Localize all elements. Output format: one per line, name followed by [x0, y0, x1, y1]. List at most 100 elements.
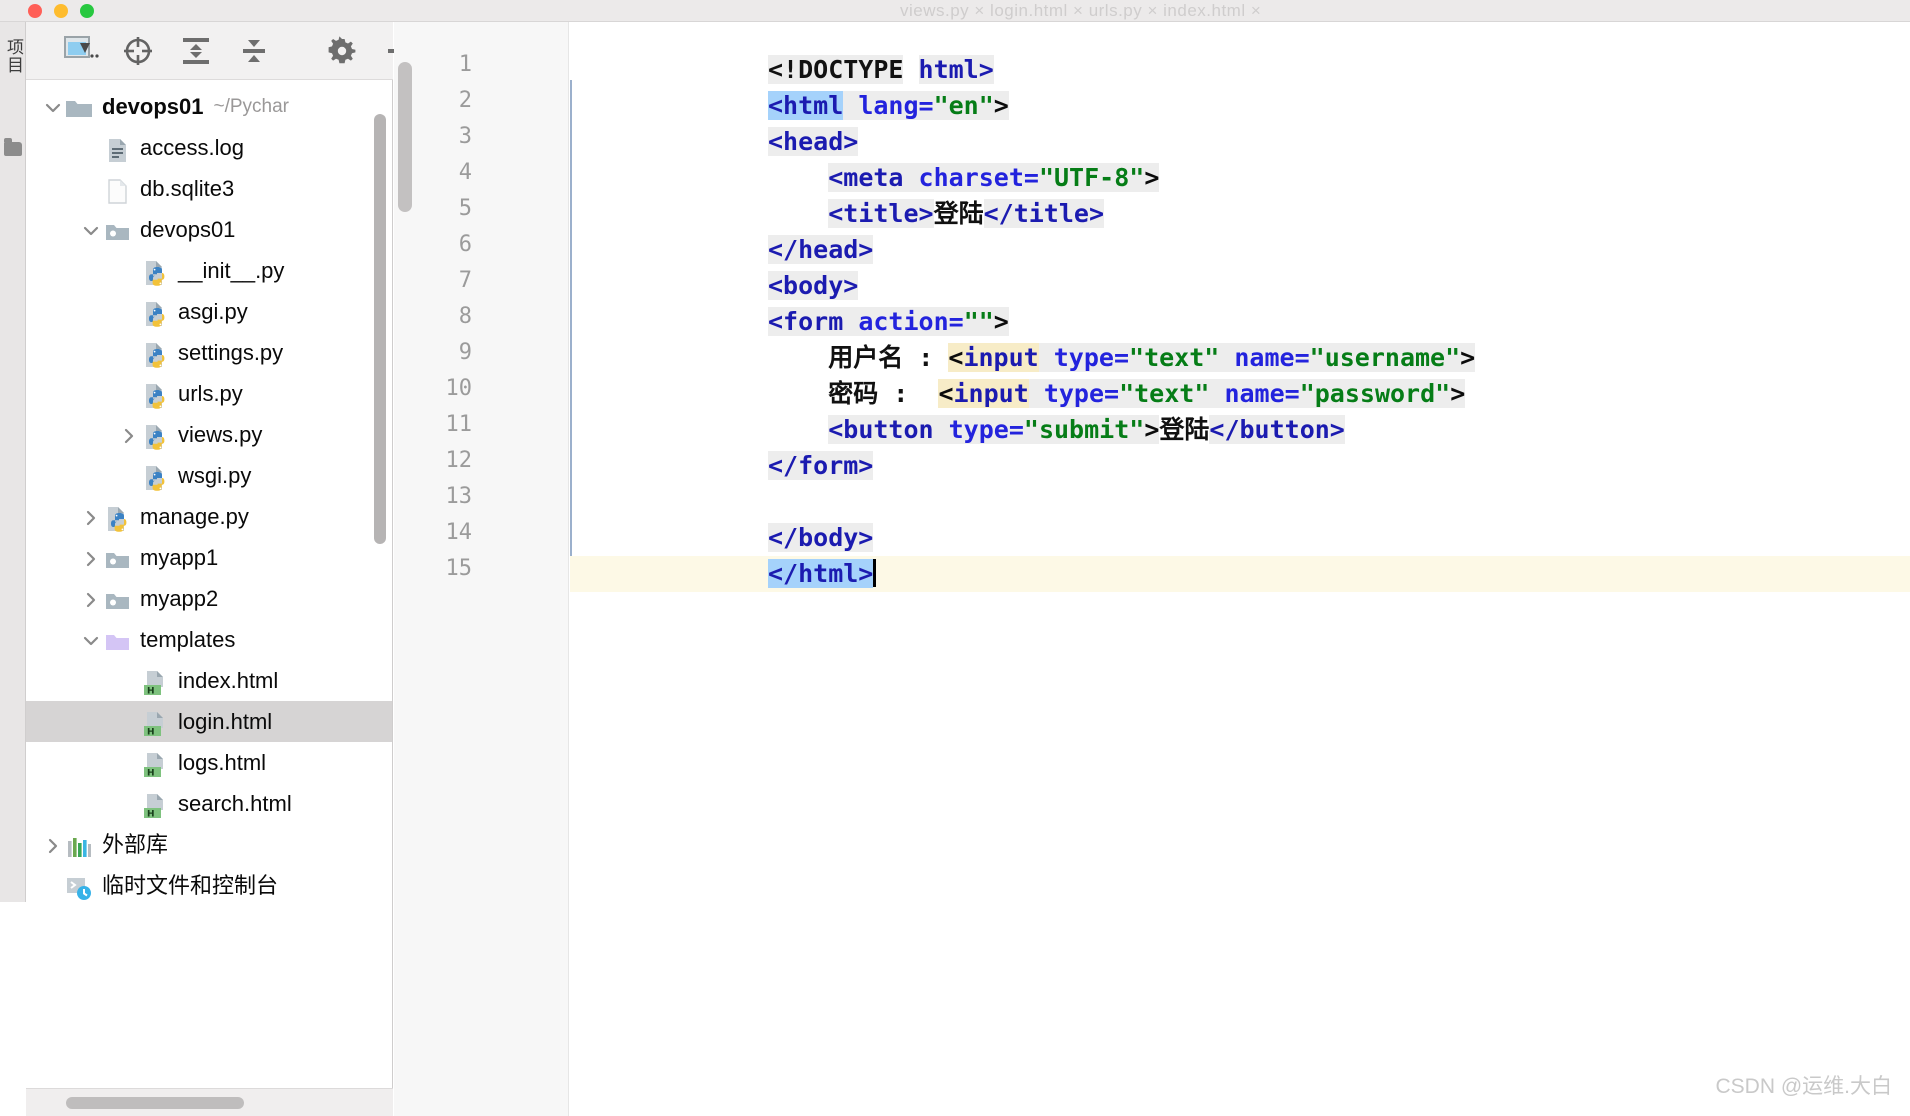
tree-row-devops01[interactable]: devops01 — [26, 209, 392, 250]
tree-row-myapp1[interactable]: myapp1 — [26, 537, 392, 578]
folder-icon — [64, 92, 94, 122]
code-line-10[interactable]: 密码 : <input type="text" name="password"> — [768, 376, 1466, 412]
tree-bottom-bar — [26, 1088, 393, 1116]
tree-row-settings-py[interactable]: settings.py — [26, 332, 392, 373]
tree-toggle-arrow[interactable] — [80, 619, 102, 660]
zoom-window-button[interactable] — [80, 4, 94, 18]
code-line-4[interactable]: <meta charset="UTF-8"> — [768, 160, 1160, 196]
svg-text:H: H — [147, 686, 155, 696]
line-number: 10 — [445, 376, 473, 401]
tree-row-access-log[interactable]: access.log — [26, 127, 392, 168]
chevron-right-icon — [124, 428, 134, 444]
tree-toggle-arrow — [80, 168, 102, 209]
tree-row-manage-py[interactable]: manage.py — [26, 496, 392, 537]
tree-toggle-arrow — [118, 701, 140, 742]
tree-toggle-arrow[interactable] — [80, 537, 102, 578]
code-line-1[interactable]: <!DOCTYPE html> — [768, 52, 994, 88]
code-editor[interactable]: 1 2 3 4 5 6 7 8 9 10 11 12 13 14 15 <!DOCTYPE html> <ht… — [394, 22, 1910, 1116]
editor-code-area[interactable]: <!DOCTYPE html> <html lang="en"> <head> <m… — [570, 22, 1910, 1116]
tree-row--[interactable]: 临时文件和控制台 — [26, 865, 392, 906]
tree-row--init-py[interactable]: __init__.py — [26, 250, 392, 291]
tree-toggle-arrow — [42, 865, 64, 906]
expand-all-button[interactable] — [180, 35, 212, 67]
project-tree-panel[interactable]: devops01 ~/Pychar access.log db.sqlite3 devo… — [26, 80, 393, 1116]
code-line-11[interactable]: <button type="submit">登陆</button> — [768, 412, 1345, 448]
python-file-icon — [140, 256, 170, 286]
blank-file-icon — [102, 174, 132, 204]
tree-row-logs-html[interactable]: Hlogs.html — [26, 742, 392, 783]
editor-gutter[interactable]: 1 2 3 4 5 6 7 8 9 10 11 12 13 14 15 — [394, 22, 569, 1116]
python-file-icon — [146, 301, 165, 327]
select-opened-file-button[interactable] — [64, 35, 99, 67]
code-line-5[interactable]: <title>登陆</title> — [768, 196, 1105, 232]
tree-row-urls-py[interactable]: urls.py — [26, 373, 392, 414]
tree-row-db-sqlite3[interactable]: db.sqlite3 — [26, 168, 392, 209]
tree-toggle-arrow — [118, 660, 140, 701]
tree-row-search-html[interactable]: Hsearch.html — [26, 783, 392, 824]
project-tree[interactable]: devops01 ~/Pychar access.log db.sqlite3 devo… — [26, 80, 392, 906]
html-file-icon: H — [144, 752, 163, 778]
code-line-12[interactable]: </form> — [768, 448, 874, 484]
code-line-3[interactable]: <head> — [768, 124, 859, 160]
html-file-icon: H — [144, 670, 163, 696]
line-number: 1 — [458, 52, 472, 77]
tree-toggle-arrow[interactable] — [118, 414, 140, 455]
minimize-window-button[interactable] — [54, 4, 68, 18]
collapse-all-button[interactable] — [238, 35, 270, 67]
log-file-icon — [109, 138, 126, 162]
line-number: 12 — [445, 448, 473, 473]
code-line-15[interactable]: </html> — [768, 556, 877, 592]
svg-text:H: H — [147, 727, 155, 737]
code-line-6[interactable]: </head> — [768, 232, 874, 268]
tree-row-wsgi-py[interactable]: wsgi.py — [26, 455, 392, 496]
code-line-7[interactable]: <body> — [768, 268, 859, 304]
tree-horizontal-scrollbar[interactable] — [66, 1097, 244, 1109]
editor-tabs-strip[interactable]: views.py × login.html × urls.py × index.… — [900, 0, 1900, 22]
html-file-icon: H — [144, 711, 163, 737]
tree-row-label: db.sqlite3 — [140, 176, 235, 201]
window-controls[interactable] — [28, 4, 94, 18]
html-file-icon: H — [140, 707, 170, 737]
text-caret — [873, 559, 877, 587]
line-number: 2 — [458, 88, 472, 113]
tree-row-views-py[interactable]: views.py — [26, 414, 392, 455]
python-file-icon — [146, 383, 165, 409]
gear-icon — [328, 35, 356, 63]
svg-text:H: H — [147, 809, 155, 819]
code-line-8[interactable]: <form action=""> — [768, 304, 1009, 340]
close-window-button[interactable] — [28, 4, 42, 18]
python-file-icon — [146, 465, 165, 491]
tree-row-label: access.log — [140, 135, 244, 160]
tree-toggle-arrow — [118, 291, 140, 332]
code-line-2[interactable]: <html lang="en"> — [768, 88, 1009, 124]
scroll-from-source-button[interactable] — [122, 35, 154, 67]
tree-row-myapp2[interactable]: myapp2 — [26, 578, 392, 619]
window-titlebar: views.py × login.html × urls.py × index.… — [0, 0, 1910, 22]
chevron-right-icon — [48, 838, 58, 854]
tree-row-label: settings.py — [178, 340, 284, 365]
settings-button[interactable] — [326, 35, 358, 67]
tree-row-index-html[interactable]: Hindex.html — [26, 660, 392, 701]
tree-row-templates[interactable]: templates — [26, 619, 392, 660]
tree-toggle-arrow — [80, 127, 102, 168]
chevron-down-icon — [83, 226, 99, 236]
tree-toggle-arrow[interactable] — [80, 496, 102, 537]
folder-icon — [66, 100, 92, 117]
gutter-scrollbar[interactable] — [398, 62, 412, 212]
tree-vertical-scrollbar[interactable] — [374, 114, 386, 544]
tree-row-devops01[interactable]: devops01 ~/Pychar — [26, 86, 392, 127]
tree-toggle-arrow[interactable] — [80, 209, 102, 250]
tree-row-login-html[interactable]: Hlogin.html — [26, 701, 392, 742]
project-tool-window-tab[interactable]: 项目 — [0, 38, 26, 74]
code-line-9[interactable]: 用户名 : <input type="text" name="username"… — [768, 340, 1476, 376]
tree-row-label: manage.py — [140, 504, 249, 529]
tree-toggle-arrow[interactable] — [42, 824, 64, 865]
tree-toggle-arrow[interactable] — [80, 578, 102, 619]
tree-row-label: views.py — [178, 422, 263, 447]
tree-row-label: devops01 — [140, 217, 236, 242]
tree-toggle-arrow[interactable] — [42, 86, 64, 127]
tree-row-asgi-py[interactable]: asgi.py — [26, 291, 392, 332]
code-line-14[interactable]: </body> — [768, 520, 874, 556]
python-file-icon — [140, 379, 170, 409]
tree-row--[interactable]: 外部库 — [26, 824, 392, 865]
